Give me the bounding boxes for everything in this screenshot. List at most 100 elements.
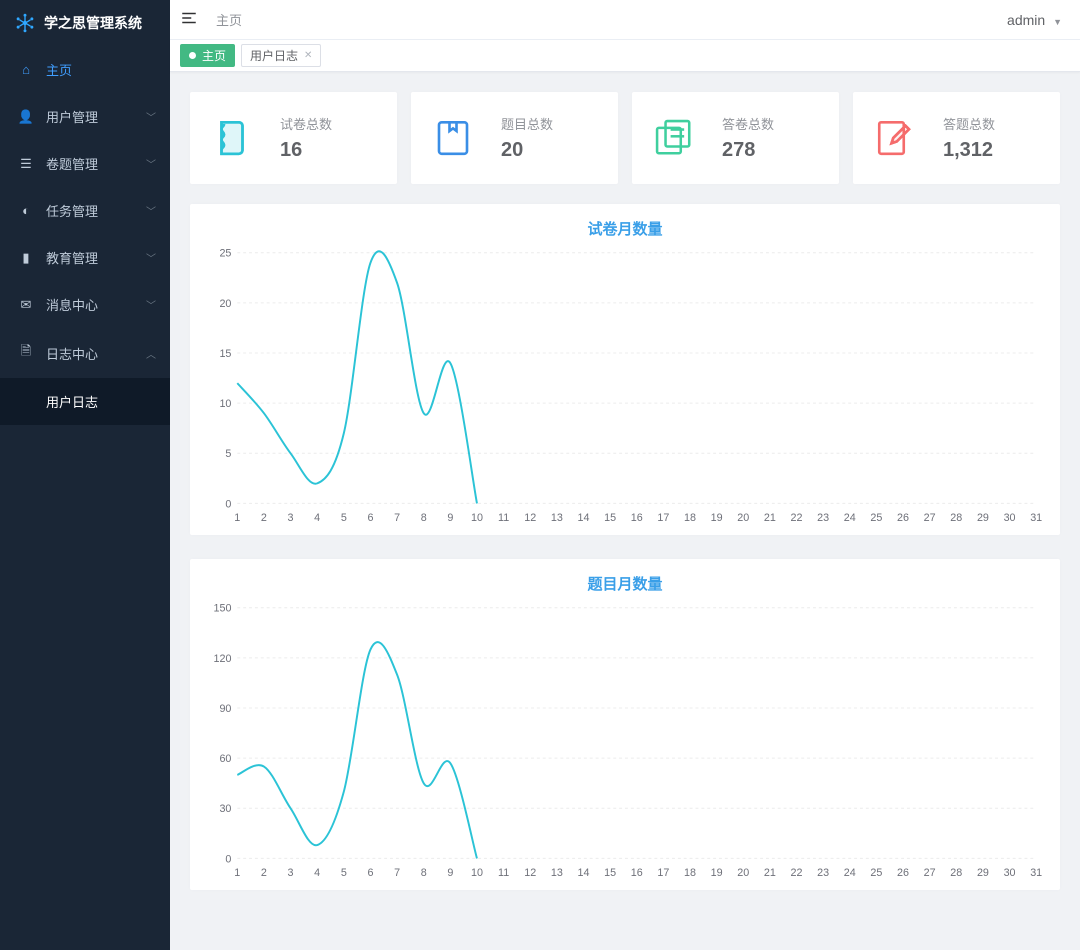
- svg-text:6: 6: [367, 867, 373, 879]
- nav-message-label: 消息中心: [46, 295, 98, 314]
- nav-home[interactable]: ⌂ 主页: [0, 46, 170, 93]
- svg-text:24: 24: [844, 512, 856, 524]
- user-menu[interactable]: admin ▼: [1007, 12, 1062, 28]
- answer-icon: [652, 116, 696, 160]
- svg-text:1: 1: [234, 867, 240, 879]
- svg-text:22: 22: [791, 512, 803, 524]
- svg-text:21: 21: [764, 512, 776, 524]
- stat-value: 278: [722, 139, 774, 162]
- svg-text:5: 5: [225, 448, 231, 460]
- close-icon[interactable]: ✕: [304, 50, 312, 61]
- nav-user-log-label: 用户日志: [46, 395, 98, 410]
- svg-text:120: 120: [213, 653, 231, 665]
- svg-text:29: 29: [977, 512, 989, 524]
- stat-label: 试卷总数: [280, 114, 332, 133]
- mail-icon: ✉: [18, 297, 34, 313]
- svg-text:25: 25: [870, 512, 882, 524]
- svg-text:14: 14: [578, 512, 590, 524]
- tab-home[interactable]: 主页: [180, 44, 235, 67]
- log-icon: 🗎: [18, 342, 34, 364]
- tab-home-label: 主页: [202, 47, 226, 64]
- paper-icon: [210, 116, 254, 160]
- svg-text:15: 15: [604, 512, 616, 524]
- svg-text:3: 3: [288, 512, 294, 524]
- svg-text:28: 28: [950, 512, 962, 524]
- svg-text:18: 18: [684, 512, 696, 524]
- svg-text:7: 7: [394, 867, 400, 879]
- chevron-down-icon: ﹀: [146, 109, 156, 124]
- svg-text:0: 0: [225, 853, 231, 865]
- question-icon: [431, 116, 475, 160]
- task-icon: ◐: [18, 203, 34, 218]
- home-icon: ⌂: [18, 62, 34, 77]
- stat-label: 答题总数: [943, 114, 995, 133]
- nav-home-label: 主页: [46, 60, 72, 79]
- nav-edu-mgmt[interactable]: ▮ 教育管理 ﹀: [0, 234, 170, 281]
- svg-text:150: 150: [213, 603, 231, 615]
- svg-text:28: 28: [950, 867, 962, 879]
- stat-value: 20: [501, 139, 553, 162]
- svg-text:11: 11: [498, 867, 509, 879]
- chart-question-monthly: 题目月数量 0306090120150123456789101112131415…: [190, 559, 1060, 890]
- app-root: 学之思管理系统 ⌂ 主页 👤 用户管理 ﹀ ☰ 卷题管理 ﹀ ◐ 任务管理 ﹀: [0, 0, 1080, 950]
- svg-text:26: 26: [897, 867, 909, 879]
- tab-user-log[interactable]: 用户日志 ✕: [241, 44, 321, 67]
- svg-text:15: 15: [604, 867, 616, 879]
- nav-log-center[interactable]: 🗎 日志中心 ︿: [0, 328, 170, 378]
- breadcrumb: 主页: [216, 10, 1007, 29]
- stat-card-questions: 题目总数 20: [411, 92, 618, 184]
- svg-text:27: 27: [924, 512, 936, 524]
- svg-text:5: 5: [341, 512, 347, 524]
- edit-icon: [873, 116, 917, 160]
- svg-text:6: 6: [367, 512, 373, 524]
- svg-text:30: 30: [1004, 867, 1016, 879]
- nav-task-label: 任务管理: [46, 201, 98, 220]
- list-icon: ☰: [18, 156, 34, 172]
- menu: ⌂ 主页 👤 用户管理 ﹀ ☰ 卷题管理 ﹀ ◐ 任务管理 ﹀ ▮ 教育管理: [0, 46, 170, 950]
- chevron-down-icon: ﹀: [146, 156, 156, 171]
- svg-text:15: 15: [219, 348, 231, 360]
- svg-text:90: 90: [219, 703, 231, 715]
- svg-text:25: 25: [219, 248, 231, 260]
- svg-text:4: 4: [314, 867, 320, 879]
- chevron-down-icon: ﹀: [146, 250, 156, 265]
- stat-card-papers: 试卷总数 16: [190, 92, 397, 184]
- stat-label: 题目总数: [501, 114, 553, 133]
- svg-text:8: 8: [421, 512, 427, 524]
- user-name: admin: [1007, 12, 1045, 28]
- svg-text:16: 16: [631, 512, 643, 524]
- brand-label: 学之思管理系统: [44, 13, 142, 33]
- svg-text:12: 12: [524, 867, 536, 879]
- svg-text:27: 27: [924, 867, 936, 879]
- svg-text:4: 4: [314, 512, 320, 524]
- chart-title: 试卷月数量: [204, 218, 1046, 239]
- svg-text:9: 9: [447, 867, 453, 879]
- svg-text:24: 24: [844, 867, 856, 879]
- toggle-sidebar-button[interactable]: [180, 9, 200, 30]
- tab-user-log-label: 用户日志: [250, 47, 298, 64]
- user-icon: 👤: [18, 109, 34, 125]
- stat-card-answer-count: 答题总数 1,312: [853, 92, 1060, 184]
- nav-task-mgmt[interactable]: ◐ 任务管理 ﹀: [0, 187, 170, 234]
- nav-edu-label: 教育管理: [46, 248, 98, 267]
- svg-text:19: 19: [711, 512, 723, 524]
- chart-svg: 0510152025123456789101112131415161718192…: [204, 243, 1046, 527]
- svg-text:60: 60: [219, 753, 231, 765]
- nav-user-log[interactable]: 用户日志: [0, 378, 170, 425]
- svg-text:18: 18: [684, 867, 696, 879]
- svg-text:30: 30: [219, 803, 231, 815]
- content: 试卷总数 16 题目总数 20: [170, 72, 1080, 950]
- svg-text:19: 19: [711, 867, 723, 879]
- svg-text:26: 26: [897, 512, 909, 524]
- svg-text:5: 5: [341, 867, 347, 879]
- nav-exam-mgmt[interactable]: ☰ 卷题管理 ﹀: [0, 140, 170, 187]
- chart-paper-monthly: 试卷月数量 0510152025123456789101112131415161…: [190, 204, 1060, 535]
- chevron-down-icon: ﹀: [146, 297, 156, 312]
- svg-text:12: 12: [524, 512, 536, 524]
- stat-cards: 试卷总数 16 题目总数 20: [190, 92, 1060, 184]
- nav-user-mgmt[interactable]: 👤 用户管理 ﹀: [0, 93, 170, 140]
- book-icon: ▮: [18, 250, 34, 266]
- nav-message-center[interactable]: ✉ 消息中心 ﹀: [0, 281, 170, 328]
- stat-value: 16: [280, 139, 332, 162]
- svg-text:17: 17: [657, 867, 669, 879]
